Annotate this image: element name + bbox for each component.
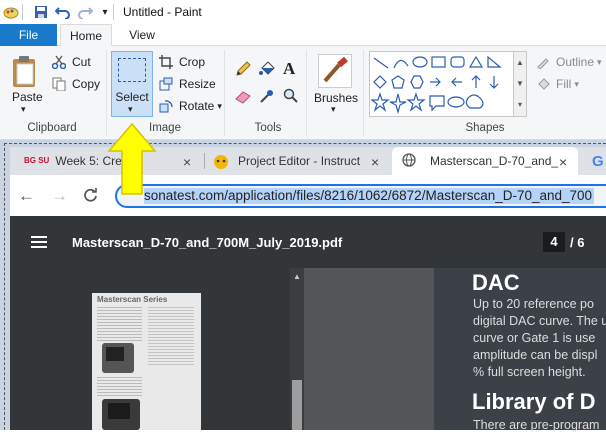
redo-icon[interactable] xyxy=(76,3,94,21)
undo-icon[interactable] xyxy=(54,3,72,21)
chevron-down-icon: ▾ xyxy=(597,56,602,67)
chevron-down-icon[interactable]: ▾ xyxy=(21,104,26,115)
brushes-button[interactable]: Brushes xyxy=(314,91,358,105)
resize-label: Resize xyxy=(179,77,216,91)
select-label: Select xyxy=(115,90,149,104)
cut-button[interactable]: Cut xyxy=(50,52,91,72)
shapes-group-label: Shapes xyxy=(465,122,505,134)
select-button[interactable]: Select ▾ xyxy=(111,51,153,117)
crop-button[interactable]: Crop xyxy=(157,52,205,72)
tab-view[interactable]: View xyxy=(120,24,164,46)
outline-icon xyxy=(534,54,552,70)
magnifier-icon[interactable] xyxy=(283,88,299,107)
selection-rectangle-icon xyxy=(118,58,146,82)
rotate-button[interactable]: Rotate ▾ xyxy=(157,96,222,116)
cut-label: Cut xyxy=(72,55,91,69)
copy-label: Copy xyxy=(72,77,101,91)
window-title: Untitled - Paint xyxy=(123,5,202,19)
clipboard-group-label: Clipboard xyxy=(27,122,77,134)
shapes-scroll[interactable]: ▲ ▼ ▾ xyxy=(513,51,527,117)
canvas-selection-border xyxy=(4,143,606,430)
group-separator xyxy=(306,50,307,136)
paste-icon[interactable] xyxy=(10,54,42,90)
fill-label: Fill xyxy=(556,77,572,91)
save-icon[interactable] xyxy=(32,3,50,21)
scissors-icon xyxy=(50,54,68,70)
crop-icon xyxy=(157,54,175,70)
chevron-down-icon[interactable]: ▾ xyxy=(331,104,336,115)
chevron-down-icon: ▾ xyxy=(217,100,222,111)
customize-toolbar-icon[interactable]: ▾ xyxy=(96,3,114,21)
outline-label: Outline xyxy=(556,55,595,69)
title-bar: ▾ Untitled - Paint xyxy=(0,0,606,24)
copy-icon xyxy=(50,76,68,92)
rotate-icon xyxy=(157,98,175,114)
fill-icon xyxy=(534,76,552,92)
rotate-label: Rotate xyxy=(179,99,215,113)
shapes-gallery[interactable] xyxy=(369,51,527,117)
paint-app-icon[interactable] xyxy=(2,3,20,21)
chevron-down-icon: ▾ xyxy=(574,78,579,89)
brushes-icon[interactable] xyxy=(318,54,352,88)
tab-home[interactable]: Home xyxy=(60,24,112,47)
resize-icon xyxy=(157,76,175,92)
resize-button[interactable]: Resize xyxy=(157,74,216,94)
crop-label: Crop xyxy=(179,55,206,69)
color-picker-icon[interactable] xyxy=(259,88,275,107)
fill-bucket-icon[interactable] xyxy=(258,60,276,81)
chevron-down-icon: ▾ xyxy=(128,104,133,114)
copy-button[interactable]: Copy xyxy=(50,74,100,94)
tab-file[interactable]: File xyxy=(0,24,57,46)
divider xyxy=(22,4,23,20)
eraser-icon[interactable] xyxy=(234,88,252,107)
text-tool-icon[interactable]: A xyxy=(283,59,295,79)
divider xyxy=(113,4,114,20)
tools-group-label: Tools xyxy=(254,122,282,134)
shapes-icons xyxy=(370,55,502,115)
pencil-icon[interactable] xyxy=(234,60,252,81)
outline-button[interactable]: Outline ▾ xyxy=(534,52,602,72)
up-arrow-annotation-icon xyxy=(106,121,158,200)
group-separator xyxy=(363,50,364,136)
group-separator xyxy=(224,50,225,136)
fill-button[interactable]: Fill ▾ xyxy=(534,74,579,94)
paste-button[interactable]: Paste xyxy=(12,90,43,104)
